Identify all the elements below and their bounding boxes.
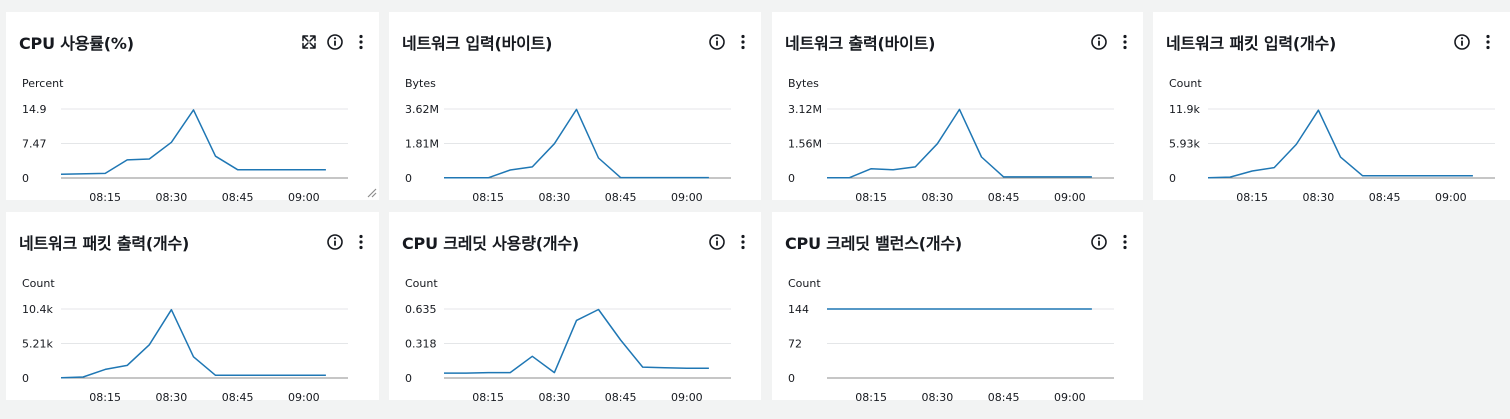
metric-widget[interactable]: 네트워크 출력(바이트) Bytes 0 1.56M 3.12M 08:15 08:30 08… <box>772 12 1143 204</box>
y-axis-unit-label: Bytes <box>788 77 819 90</box>
line-chart: Bytes 0 1.56M 3.12M 08:15 08:30 08:45 09:00 <box>788 77 1114 204</box>
x-tick-label: 09:00 <box>671 391 703 404</box>
y-tick-label: 0 <box>405 372 412 385</box>
x-tick-label: 08:15 <box>855 191 887 204</box>
x-tick-label: 08:45 <box>988 391 1020 404</box>
y-tick-label: 0 <box>788 372 795 385</box>
y-tick-label: 0 <box>22 172 29 185</box>
y-tick-label: 0.318 <box>405 338 437 351</box>
metric-widget[interactable]: CPU 사용률(%) Percent 0 7.47 14.9 08:15 08:30 08:4… <box>6 12 379 204</box>
more-vert-icon[interactable] <box>351 232 371 252</box>
x-tick-label: 08:30 <box>539 391 571 404</box>
info-icon[interactable] <box>1089 32 1109 52</box>
y-tick-label: 1.56M <box>788 138 822 151</box>
x-tick-label: 08:30 <box>156 191 188 204</box>
y-axis-unit-label: Bytes <box>405 77 436 90</box>
y-tick-label: 0 <box>22 372 29 385</box>
y-axis-unit-label: Count <box>22 277 55 290</box>
info-icon[interactable] <box>325 32 345 52</box>
y-tick-label: 72 <box>788 338 802 351</box>
x-tick-label: 08:15 <box>89 191 121 204</box>
x-tick-label: 08:15 <box>1236 191 1268 204</box>
y-tick-label: 3.12M <box>788 103 822 116</box>
widget-actions <box>772 232 1143 252</box>
info-icon[interactable] <box>707 32 727 52</box>
widget-actions <box>389 232 761 252</box>
metric-widget[interactable]: CPU 크레딧 사용량(개수) Count 0 0.318 0.635 08:15 08:3… <box>389 212 761 404</box>
y-tick-label: 7.47 <box>22 138 47 151</box>
widget-actions <box>6 32 379 52</box>
y-axis-unit-label: Percent <box>22 77 64 90</box>
x-tick-label: 09:00 <box>1054 191 1086 204</box>
x-tick-label: 08:45 <box>605 191 637 204</box>
x-tick-label: 08:15 <box>472 391 504 404</box>
x-tick-label: 08:30 <box>922 191 954 204</box>
x-tick-label: 08:30 <box>1303 191 1335 204</box>
metric-widget[interactable]: 네트워크 입력(바이트) Bytes 0 1.81M 3.62M 08:15 08:30 08… <box>389 12 761 204</box>
x-tick-label: 08:45 <box>988 191 1020 204</box>
y-tick-label: 5.93k <box>1169 138 1200 151</box>
line-chart: Count 0 5.21k 10.4k 08:15 08:30 08:45 09:00 <box>22 277 348 404</box>
x-tick-label: 08:15 <box>472 191 504 204</box>
expand-icon[interactable] <box>299 32 319 52</box>
series-line[interactable] <box>60 109 326 176</box>
info-icon[interactable] <box>1089 232 1109 252</box>
x-tick-label: 08:30 <box>539 191 571 204</box>
y-tick-label: 0 <box>405 172 412 185</box>
x-tick-label: 09:00 <box>288 391 320 404</box>
y-tick-label: 0 <box>788 172 795 185</box>
y-tick-label: 144 <box>788 303 809 316</box>
widget-actions <box>389 32 761 52</box>
y-tick-label: 1.81M <box>405 138 439 151</box>
x-tick-label: 08:45 <box>605 391 637 404</box>
line-chart: Count 0 5.93k 11.9k 08:15 08:30 08:45 09:00 <box>1169 77 1495 204</box>
info-icon[interactable] <box>325 232 345 252</box>
widget-actions <box>6 232 379 252</box>
more-vert-icon[interactable] <box>733 232 753 252</box>
y-axis-unit-label: Count <box>788 277 821 290</box>
x-tick-label: 08:45 <box>222 191 254 204</box>
y-tick-label: 10.4k <box>22 303 53 316</box>
metric-widget[interactable]: CPU 크레딧 밸런스(개수) Count 0 72 144 08:15 08:30 08:4… <box>772 212 1143 404</box>
x-tick-label: 09:00 <box>671 191 703 204</box>
metric-widget[interactable]: 네트워크 패킷 입력(개수) Count 0 5.93k 11.9k 08:15 08:30… <box>1153 12 1510 204</box>
x-tick-label: 08:30 <box>156 391 188 404</box>
resize-handle-icon[interactable] <box>365 186 377 198</box>
more-vert-icon[interactable] <box>733 32 753 52</box>
more-vert-icon[interactable] <box>1478 32 1498 52</box>
x-tick-label: 08:30 <box>922 391 954 404</box>
x-tick-label: 09:00 <box>1054 391 1086 404</box>
more-vert-icon[interactable] <box>351 32 371 52</box>
more-vert-icon[interactable] <box>1115 232 1135 252</box>
x-tick-label: 08:45 <box>1369 191 1401 204</box>
x-tick-label: 08:45 <box>222 391 254 404</box>
y-tick-label: 3.62M <box>405 103 439 116</box>
y-tick-label: 5.21k <box>22 338 53 351</box>
y-tick-label: 0 <box>1169 172 1176 185</box>
line-chart: Percent 0 7.47 14.9 08:15 08:30 08:45 09:00 <box>22 77 348 204</box>
y-tick-label: 0.635 <box>405 303 437 316</box>
y-axis-unit-label: Count <box>1169 77 1202 90</box>
y-tick-label: 14.9 <box>22 103 47 116</box>
line-chart: Count 0 72 144 08:15 08:30 08:45 09:00 <box>788 277 1114 404</box>
x-tick-label: 09:00 <box>288 191 320 204</box>
metric-widget[interactable]: 네트워크 패킷 출력(개수) Count 0 5.21k 10.4k 08:15 08:30… <box>6 212 379 404</box>
x-tick-label: 08:15 <box>855 391 887 404</box>
widget-actions <box>772 32 1143 52</box>
x-tick-label: 08:15 <box>89 391 121 404</box>
info-icon[interactable] <box>1452 32 1472 52</box>
y-axis-unit-label: Count <box>405 277 438 290</box>
line-chart: Count 0 0.318 0.635 08:15 08:30 08:45 09:00 <box>405 277 731 404</box>
more-vert-icon[interactable] <box>1115 32 1135 52</box>
info-icon[interactable] <box>707 232 727 252</box>
line-chart: Bytes 0 1.81M 3.62M 08:15 08:30 08:45 09:00 <box>405 77 731 204</box>
x-tick-label: 09:00 <box>1435 191 1467 204</box>
series-line[interactable] <box>444 308 709 374</box>
widget-actions <box>1153 32 1510 52</box>
y-tick-label: 11.9k <box>1169 103 1200 116</box>
